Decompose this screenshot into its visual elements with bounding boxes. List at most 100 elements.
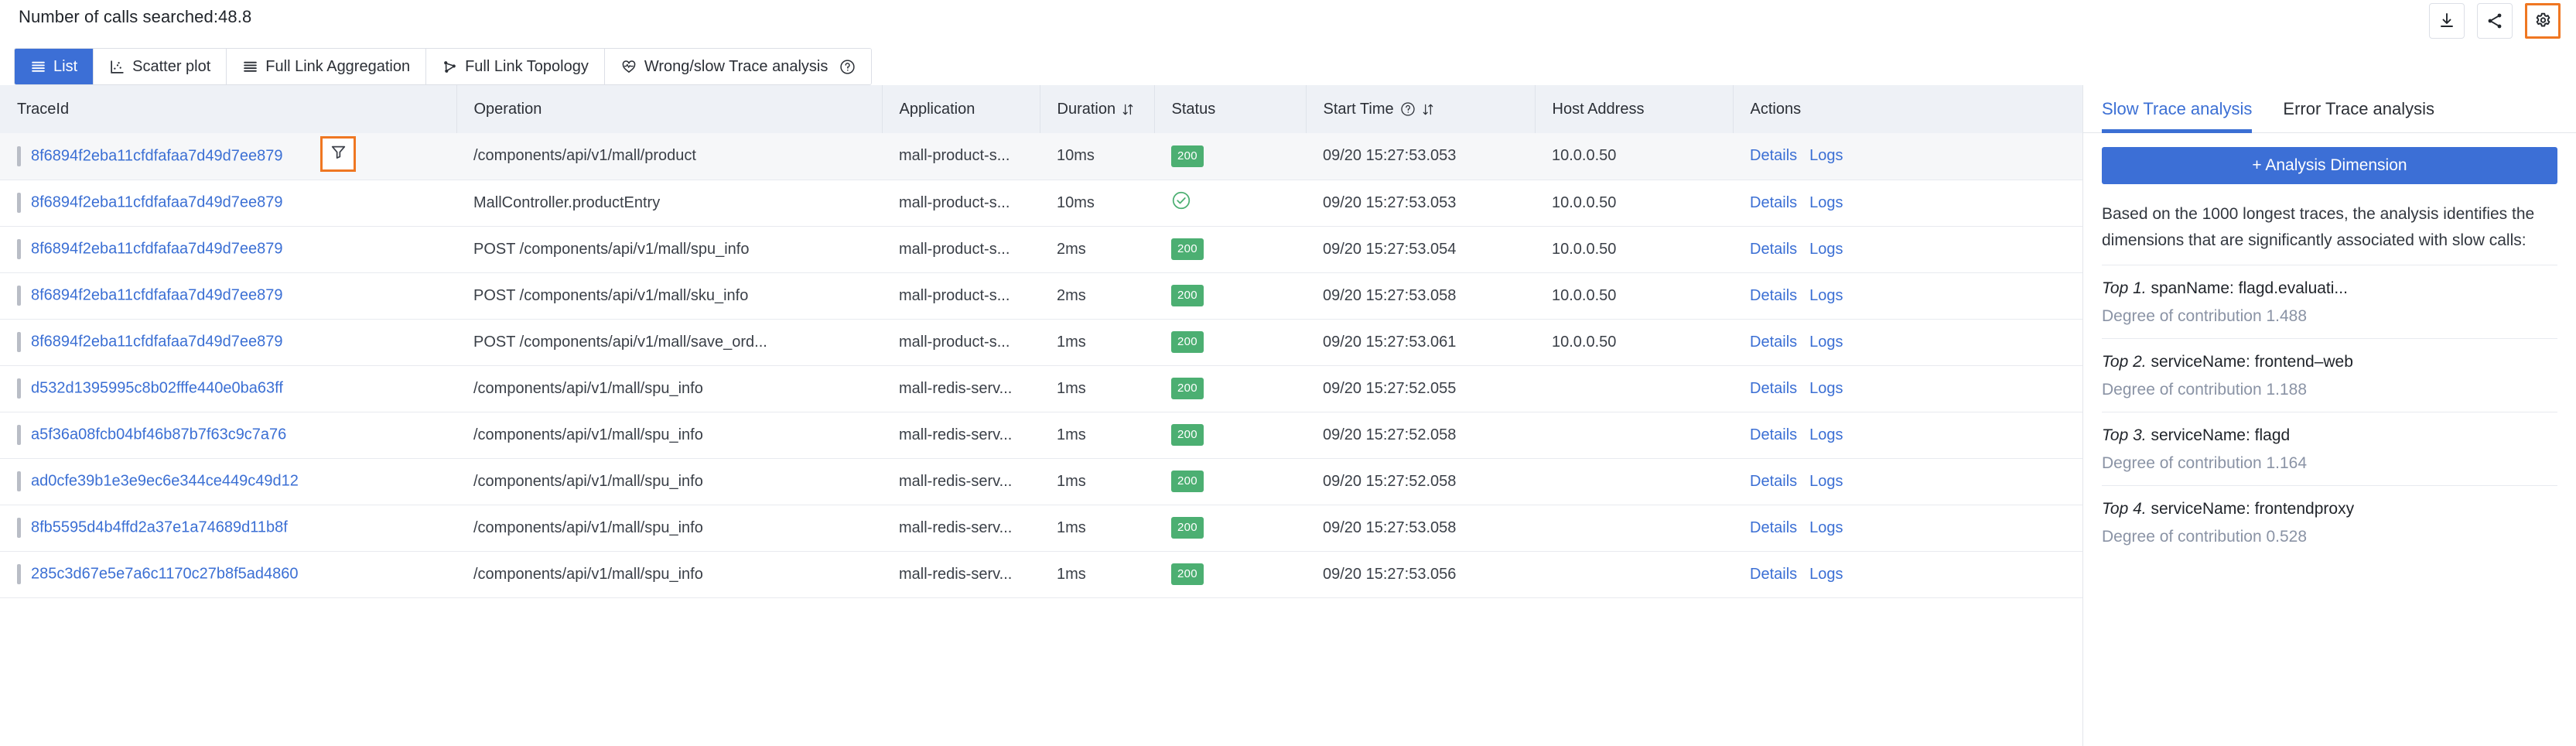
tab-wrong-slow-trace-analysis[interactable]: Wrong/slow Trace analysis [604,49,872,84]
row-indicator-bar [17,471,21,491]
settings-button[interactable] [2525,3,2561,39]
traceid-link[interactable]: 8f6894f2eba11cfdfafaa7d49d7ee879 [31,334,283,351]
column-header-traceid[interactable]: TraceId [0,85,457,133]
row-indicator-bar [17,193,21,213]
list-icon [30,59,46,75]
logs-link[interactable]: Logs [1809,287,1843,304]
cell-operation: POST /components/api/v1/mall/sku_info [456,272,882,320]
table-row[interactable]: 285c3d67e5e7a6c1170c27b8f5ad4860/compone… [0,551,2082,598]
add-analysis-dimension-button[interactable]: + Analysis Dimension [2102,147,2557,184]
sort-icon[interactable] [1122,102,1134,117]
logs-link[interactable]: Logs [1809,519,1843,536]
cell-duration: 1ms [1040,551,1154,598]
tab-full-link-topology[interactable]: Full Link Topology [426,49,605,84]
top-dimension-item[interactable]: Top 2. serviceName: frontend–web Degree o… [2102,338,2557,412]
cell-traceid: 8f6894f2eba11cfdfafaa7d49d7ee879 [0,272,456,320]
traceid-link[interactable]: d532d1395995c8b02fffe440e0ba63ff [31,380,283,397]
cell-status: 200 [1154,226,1306,273]
top-dimension-contribution: Degree of contribution 1.188 [2102,381,2308,399]
cell-start-time: 09/20 15:27:52.055 [1306,365,1535,412]
tab-list[interactable]: List [15,49,94,84]
details-link[interactable]: Details [1750,147,1797,164]
details-link[interactable]: Details [1750,334,1797,351]
details-link[interactable]: Details [1750,473,1797,490]
details-link[interactable]: Details [1750,194,1797,211]
logs-link[interactable]: Logs [1809,241,1843,258]
cell-duration: 10ms [1040,180,1154,227]
list-icon [242,59,258,75]
details-link[interactable]: Details [1750,519,1797,536]
traceid-link[interactable]: 8f6894f2eba11cfdfafaa7d49d7ee879 [31,194,283,211]
top-dimension-name: spanName: flagd.evaluati... [2151,279,2348,298]
tab-slow-trace-analysis[interactable]: Slow Trace analysis [2102,85,2253,133]
column-header-operation[interactable]: Operation [456,85,883,133]
share-button[interactable] [2477,3,2513,39]
traceid-link[interactable]: ad0cfe39b1e3e9ec6e344ce449c49d12 [31,473,299,490]
details-link[interactable]: Details [1750,426,1797,443]
tab-scatter-plot[interactable]: Scatter plot [94,49,227,84]
table-row[interactable]: ad0cfe39b1e3e9ec6e344ce449c49d12/compone… [0,458,2082,505]
cell-status: 200 [1154,458,1306,505]
details-link[interactable]: Details [1750,380,1797,397]
cell-traceid: 285c3d67e5e7a6c1170c27b8f5ad4860 [0,551,456,598]
logs-link[interactable]: Logs [1809,380,1843,397]
top-dimension-item[interactable]: Top 1. spanName: flagd.evaluati... Degree… [2102,265,2557,338]
logs-link[interactable]: Logs [1809,147,1843,164]
column-header-application[interactable]: Application [882,85,1040,133]
column-header-status[interactable]: Status [1154,85,1307,133]
sort-icon[interactable] [1422,102,1434,117]
status-badge: 200 [1171,424,1204,446]
traceid-link[interactable]: 8f6894f2eba11cfdfafaa7d49d7ee879 [31,287,283,304]
cell-application: mall-product-s... [882,133,1040,180]
cell-host-address: 10.0.0.50 [1535,272,1733,320]
download-button[interactable] [2429,3,2465,39]
traceid-link[interactable]: 8f6894f2eba11cfdfafaa7d49d7ee879 [31,241,283,258]
table-row[interactable]: 8f6894f2eba11cfdfafaa7d49d7ee879 POST /co… [0,272,2082,320]
cell-traceid: 8f6894f2eba11cfdfafaa7d49d7ee879 [0,319,456,366]
logs-link[interactable]: Logs [1809,334,1843,351]
logs-link[interactable]: Logs [1809,426,1843,443]
table-row[interactable]: 8f6894f2eba11cfdfafaa7d49d7ee879 MallCont… [0,180,2082,227]
column-label: TraceId [17,100,70,118]
cell-host-address: 10.0.0.50 [1535,133,1733,180]
cell-actions: Details Logs [1733,365,2082,412]
tab-full-link-aggregation[interactable]: Full Link Aggregation [227,49,427,84]
status-ok-icon [1171,190,1191,210]
details-link[interactable]: Details [1750,241,1797,258]
analysis-description: Based on the 1000 longest traces, the an… [2102,205,2535,250]
top-dimension-rank: Top 1. [2102,279,2147,298]
table-row[interactable]: 8f6894f2eba11cfdfafaa7d49d7ee879/compone… [0,133,2082,180]
traceid-link[interactable]: 285c3d67e5e7a6c1170c27b8f5ad4860 [31,566,299,583]
column-header-start-time[interactable]: Start Time [1306,85,1536,133]
cell-application: mall-product-s... [882,319,1040,366]
logs-link[interactable]: Logs [1809,473,1843,490]
logs-link[interactable]: Logs [1809,194,1843,211]
table-row[interactable]: 8f6894f2eba11cfdfafaa7d49d7ee879 POST /co… [0,226,2082,273]
top-dimension-item[interactable]: Top 4. serviceName: frontendproxy Degree … [2102,485,2557,559]
details-link[interactable]: Details [1750,287,1797,304]
help-circle-icon[interactable] [1400,101,1416,117]
table-row[interactable]: d532d1395995c8b02fffe440e0ba63ff/compone… [0,365,2082,412]
row-indicator-bar [17,564,21,584]
details-link[interactable]: Details [1750,566,1797,583]
traceid-link[interactable]: a5f36a08fcb04bf46b87b7f63c9c7a76 [31,426,286,443]
table-row[interactable]: a5f36a08fcb04bf46b87b7f63c9c7a76/compone… [0,412,2082,459]
column-header-host-address[interactable]: Host Address [1535,85,1734,133]
logs-link[interactable]: Logs [1809,566,1843,583]
tab-error-trace-analysis[interactable]: Error Trace analysis [2283,85,2434,133]
table-row[interactable]: 8f6894f2eba11cfdfafaa7d49d7ee879 POST /co… [0,319,2082,366]
filter-icon-button[interactable] [320,136,356,172]
column-label: Operation [473,100,542,118]
help-circle-icon[interactable] [839,59,856,75]
cell-traceid: 8f6894f2eba11cfdfafaa7d49d7ee879 [0,180,456,227]
traceid-link[interactable]: 8fb5595d4b4ffd2a37e1a74689d11b8f [31,519,288,536]
column-label: Status [1171,100,1216,118]
top-dimension-item[interactable]: Top 3. serviceName: flagd Degree of contr… [2102,412,2557,485]
table-row[interactable]: 8fb5595d4b4ffd2a37e1a74689d11b8f/compone… [0,505,2082,552]
cell-actions: Details Logs [1733,319,2082,366]
cell-traceid: 8f6894f2eba11cfdfafaa7d49d7ee879 [0,133,456,180]
cell-duration: 1ms [1040,412,1154,459]
column-header-duration[interactable]: Duration [1040,85,1155,133]
tab-wrong-slow-trace-analysis-label: Wrong/slow Trace analysis [644,57,828,75]
traceid-link[interactable]: 8f6894f2eba11cfdfafaa7d49d7ee879 [31,147,283,164]
